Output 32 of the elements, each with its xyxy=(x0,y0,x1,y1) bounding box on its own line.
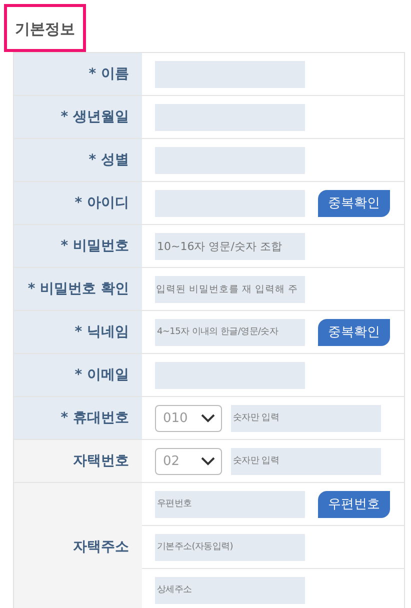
field-label: * 생년월일 xyxy=(14,96,142,138)
input-field[interactable]: 10~16자 영문/숫자 조합 xyxy=(155,232,305,260)
postcode-button[interactable]: 우편번호 xyxy=(318,490,390,518)
check-button[interactable]: 중복확인 xyxy=(318,318,390,346)
field-label: * 닉네임 xyxy=(14,311,142,353)
input-field[interactable] xyxy=(155,104,305,130)
field-label: * 비밀번호 확인 xyxy=(14,268,142,310)
section-title: 기본정보 xyxy=(15,20,75,39)
input-field[interactable]: 우편번호 xyxy=(155,490,305,518)
dropdown[interactable]: 02 xyxy=(155,448,222,474)
input-field[interactable] xyxy=(155,146,305,174)
input-field[interactable]: 기본주소(자동입력) xyxy=(155,534,305,560)
input-field[interactable]: 숫자만 입력 xyxy=(231,448,381,474)
dropdown[interactable]: 010 xyxy=(155,404,222,432)
field-label: * 성별 xyxy=(14,139,142,181)
chevron-down-icon xyxy=(201,456,215,466)
field-label: * 휴대번호 xyxy=(14,397,142,439)
field-label: * 아이디 xyxy=(14,182,142,224)
input-field[interactable] xyxy=(155,60,305,88)
check-button[interactable]: 중복확인 xyxy=(318,190,390,216)
input-field[interactable]: 4~15자 이내의 한글/영문/숫자 xyxy=(155,318,305,346)
input-field[interactable]: 숫자만 입력 xyxy=(231,404,381,432)
input-field[interactable] xyxy=(155,362,305,388)
input-field[interactable]: 입력된 비밀번호를 재 입력해 주 xyxy=(155,276,305,302)
field-label: 자택주소 xyxy=(14,483,142,608)
input-field[interactable]: 상세주소 xyxy=(155,576,305,604)
field-label: * 이메일 xyxy=(14,354,142,396)
field-label: * 비밀번호 xyxy=(14,225,142,267)
chevron-down-icon xyxy=(201,414,215,422)
field-label: 자택번호 xyxy=(14,440,142,482)
input-field[interactable] xyxy=(155,190,305,216)
field-label: * 이름 xyxy=(14,53,142,95)
